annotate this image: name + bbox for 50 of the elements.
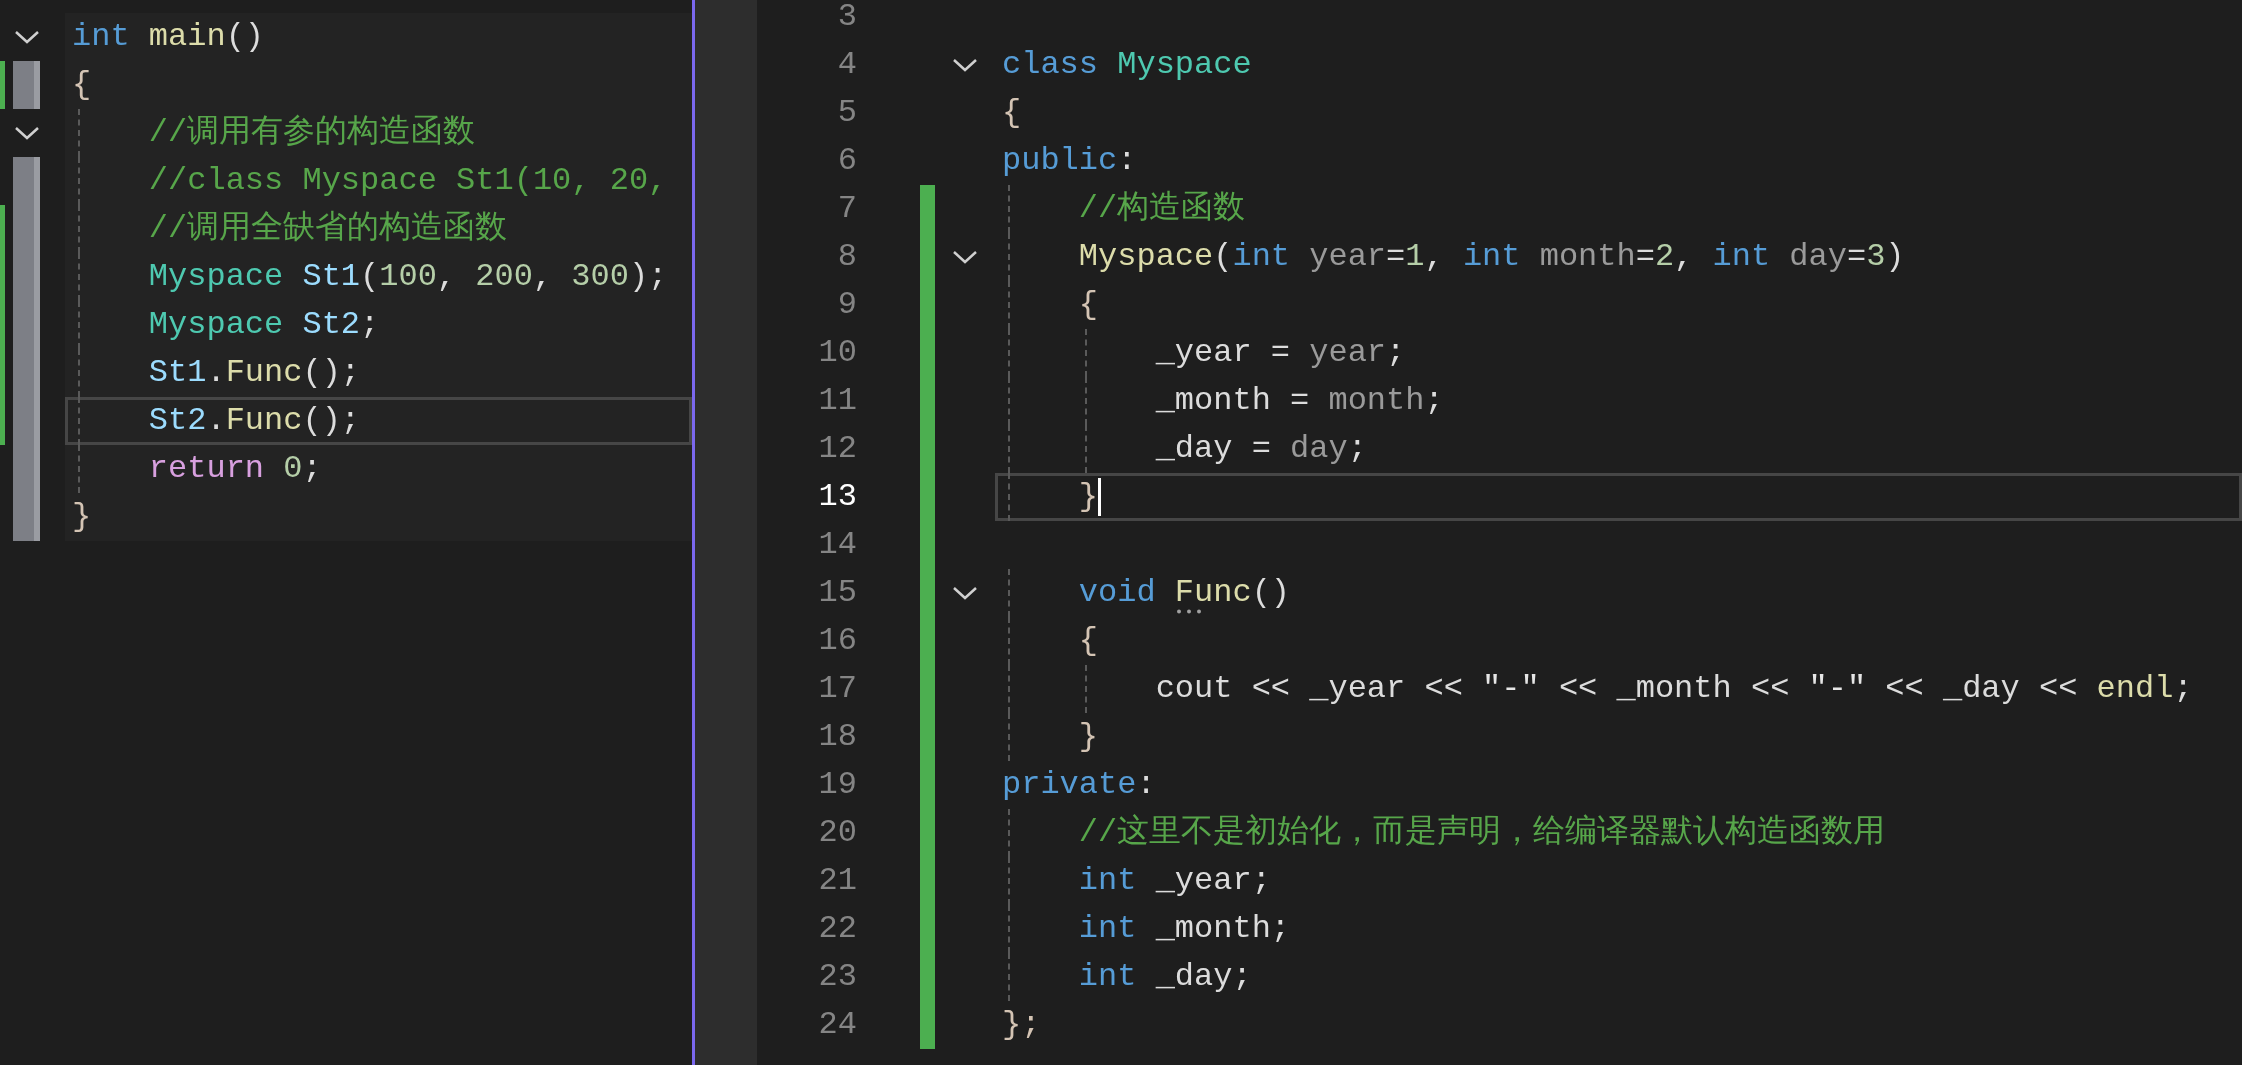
line-number: 9 [836, 285, 857, 325]
code-line: { [1002, 93, 1022, 133]
code-line: int _month; [1002, 905, 1291, 953]
code-line: class Myspace [1002, 45, 1252, 85]
code-line: cout << _year << "-" << _month << "-" << _day << endl; [1002, 665, 2193, 713]
code-line: int _year; [1002, 857, 1271, 905]
code-line: { [72, 65, 92, 105]
code-line: Myspace(int year=1, int month=2, int day=3) [1002, 233, 1905, 281]
line-number: 17 [817, 669, 857, 709]
code-line: //构造函数 [1002, 185, 1246, 233]
code-line: int _day; [1002, 953, 1252, 1001]
code-line: }; [1002, 1005, 1041, 1045]
code-line: { [1002, 617, 1098, 665]
line-number: 23 [817, 957, 857, 997]
line-number: 5 [836, 93, 857, 133]
chevron-down-icon[interactable] [952, 249, 978, 265]
line-number: 3 [836, 0, 857, 37]
code-line: _month = month; [1002, 377, 1444, 425]
chevron-down-icon[interactable] [952, 57, 978, 73]
code-line: } [1002, 473, 1098, 521]
code-line: private: [1002, 765, 1156, 805]
line-number: 12 [817, 429, 857, 469]
chevron-down-icon[interactable] [952, 585, 978, 601]
code-line: //这里不是初始化，而是声明，给编译器默认构造函数用 [1002, 809, 1886, 857]
line-number: 8 [836, 237, 857, 277]
line-number: 6 [836, 141, 857, 181]
line-number: 22 [817, 909, 857, 949]
code-line: _year = year; [1002, 329, 1406, 377]
code-line: { [1002, 281, 1098, 329]
line-number: 10 [817, 333, 857, 373]
line-number: 24 [817, 1005, 857, 1045]
code-line: } [1002, 713, 1098, 761]
line-number: 15 [817, 573, 857, 613]
code-line: } [72, 497, 92, 537]
line-number: 7 [836, 189, 857, 229]
line-number: 18 [817, 717, 857, 757]
line-number: 11 [817, 381, 857, 421]
line-number: 19 [817, 765, 857, 805]
code-line: _day = day; [1002, 425, 1367, 473]
chevron-down-icon[interactable] [13, 125, 40, 141]
chevron-down-icon[interactable] [13, 29, 40, 45]
line-number: 14 [817, 525, 857, 565]
line-number: 21 [817, 861, 857, 901]
code-line: public: [1002, 141, 1137, 181]
line-number: 4 [836, 45, 857, 85]
line-number: 13 [817, 477, 857, 517]
line-number: 20 [817, 813, 857, 853]
code-line: int main() [72, 17, 265, 57]
code-line: void Func() [1002, 569, 1291, 617]
line-number: 16 [817, 621, 857, 661]
